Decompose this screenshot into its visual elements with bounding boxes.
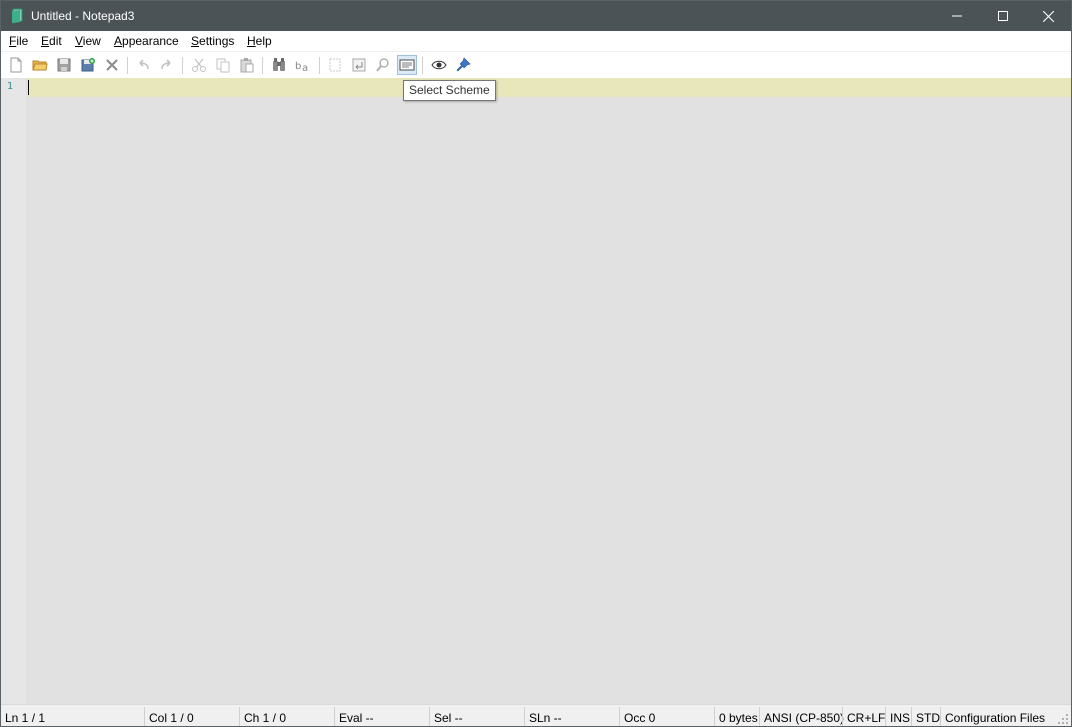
view-eye-button[interactable] — [429, 55, 449, 75]
close-button[interactable] — [1025, 1, 1071, 31]
new-file-button[interactable] — [6, 55, 26, 75]
status-occurrences[interactable]: Occ 0 — [624, 711, 655, 725]
status-line-ending[interactable]: CR+LF — [847, 711, 885, 725]
save-as-icon — [81, 58, 95, 72]
save-icon — [57, 58, 71, 72]
status-separator — [429, 707, 430, 726]
maximize-icon — [998, 11, 1008, 21]
status-separator — [911, 707, 912, 726]
save-as-button[interactable] — [78, 55, 98, 75]
replace-icon: ba — [295, 61, 308, 73]
status-selected-lines[interactable]: SLn -- — [529, 711, 562, 725]
status-lexer[interactable]: Configuration Files — [945, 711, 1045, 725]
copy-button[interactable] — [213, 55, 233, 75]
status-encoding[interactable]: ANSI (CP-850) — [764, 711, 844, 725]
maximize-button[interactable] — [980, 1, 1026, 31]
status-character[interactable]: Ch 1 / 0 — [244, 711, 286, 725]
select-scheme-button[interactable] — [397, 55, 417, 75]
line-number-gutter: 1 — [1, 78, 27, 704]
cut-button[interactable] — [189, 55, 209, 75]
current-line-highlight — [27, 78, 1071, 97]
long-line-button[interactable] — [349, 55, 369, 75]
status-separator — [334, 707, 335, 726]
status-insert-mode[interactable]: INS — [890, 711, 910, 725]
text-caret — [28, 80, 29, 95]
status-line[interactable]: Ln 1 / 1 — [5, 711, 45, 725]
replace-button[interactable]: ba — [293, 55, 313, 75]
notepad3-app-icon[interactable] — [10, 8, 24, 24]
svg-text:b: b — [295, 61, 301, 72]
toolbar-separator — [319, 57, 320, 74]
save-button[interactable] — [54, 55, 74, 75]
zoom-icon — [376, 58, 389, 72]
zoom-button[interactable] — [373, 55, 393, 75]
toolbar-separator — [422, 57, 423, 74]
redo-icon — [161, 59, 171, 70]
word-wrap-button[interactable] — [325, 55, 345, 75]
svg-text:a: a — [302, 63, 308, 73]
menu-help[interactable]: Help — [247, 34, 272, 48]
menu-file[interactable]: File — [9, 34, 28, 48]
pin-icon — [456, 57, 471, 72]
open-folder-icon — [32, 60, 48, 71]
status-column[interactable]: Col 1 / 0 — [149, 711, 194, 725]
status-separator — [940, 707, 941, 726]
menu-settings[interactable]: Settings — [191, 34, 234, 48]
select-scheme-icon — [399, 59, 415, 71]
close-file-icon — [106, 59, 118, 71]
resize-grip-icon[interactable] — [1058, 714, 1069, 725]
undo-icon — [139, 59, 149, 70]
menu-view[interactable]: View — [75, 34, 101, 48]
undo-button[interactable] — [133, 55, 153, 75]
redo-button[interactable] — [157, 55, 177, 75]
menu-edit[interactable]: Edit — [41, 34, 62, 48]
menu-bar: File Edit View Appearance Settings Help — [1, 31, 1071, 51]
status-bar: Ln 1 / 1 Col 1 / 0 Ch 1 / 0 Eval -- Sel … — [1, 704, 1071, 726]
status-separator — [144, 707, 145, 726]
status-separator — [714, 707, 715, 726]
status-separator — [842, 707, 843, 726]
paste-button[interactable] — [237, 55, 257, 75]
copy-icon — [216, 58, 230, 73]
cut-icon — [192, 58, 206, 72]
paste-icon — [240, 58, 254, 73]
menu-appearance[interactable]: Appearance — [114, 34, 179, 48]
open-button[interactable] — [30, 55, 50, 75]
minimize-button[interactable] — [934, 1, 980, 31]
close-file-button[interactable] — [102, 55, 122, 75]
editor-area[interactable]: 1 — [1, 78, 1071, 704]
view-eye-icon — [431, 60, 447, 70]
long-line-icon — [352, 58, 366, 72]
status-separator — [619, 707, 620, 726]
status-selection[interactable]: Sel -- — [434, 711, 463, 725]
toolbar-separator — [182, 57, 183, 74]
toolbar-tooltip: Select Scheme — [403, 80, 496, 101]
pin-button[interactable] — [453, 55, 473, 75]
status-file-size[interactable]: 0 bytes — [719, 711, 758, 725]
close-icon — [1042, 10, 1054, 22]
new-file-icon — [10, 57, 22, 73]
status-mode[interactable]: STD — [916, 711, 940, 725]
notepad3-window: Untitled - Notepad3 File Edit View Appea… — [0, 0, 1072, 727]
window-title: Untitled - Notepad3 — [31, 9, 135, 23]
find-icon — [273, 58, 285, 71]
status-separator — [239, 707, 240, 726]
line-number: 1 — [7, 81, 14, 92]
word-wrap-icon — [329, 58, 341, 72]
toolbar: ba — [1, 51, 1071, 79]
title-bar[interactable]: Untitled - Notepad3 — [1, 1, 1071, 31]
status-separator — [885, 707, 886, 726]
toolbar-separator — [127, 57, 128, 74]
minimize-icon — [952, 15, 962, 17]
status-eval[interactable]: Eval -- — [339, 711, 374, 725]
find-button[interactable] — [269, 55, 289, 75]
toolbar-separator — [262, 57, 263, 74]
status-separator — [759, 707, 760, 726]
status-separator — [524, 707, 525, 726]
